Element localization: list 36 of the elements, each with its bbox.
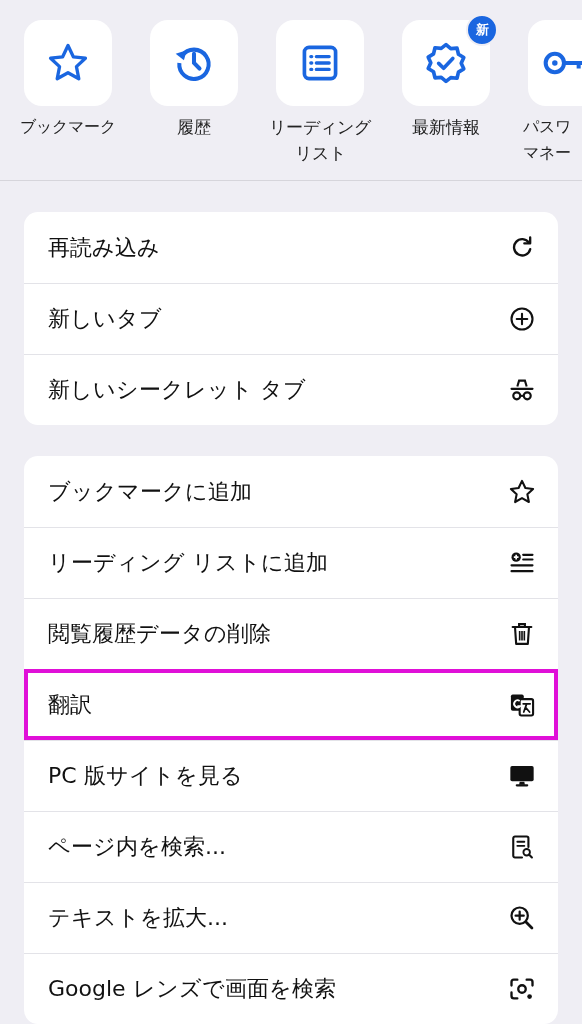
menu-item[interactable]: テキストを拡大... (24, 882, 558, 953)
menu-item-label: 閲覧履歴データの削除 (48, 620, 271, 648)
menu-item-label: Google レンズで画面を検索 (48, 975, 336, 1003)
shortcut-tile[interactable] (150, 20, 238, 106)
shortcut-label: リーディングリスト (268, 116, 372, 165)
menu-item[interactable]: リーディング リストに追加 (24, 527, 558, 598)
menu-item[interactable]: 新しいタブ (24, 283, 558, 354)
menu-item-label: テキストを拡大... (48, 904, 228, 932)
shortcut-tile[interactable] (402, 20, 490, 106)
check-badge-icon (424, 41, 468, 85)
shortcut-label: パスワマネー (523, 116, 572, 164)
menu-item-label: 新しいタブ (48, 305, 162, 333)
shortcut-label: ブックマーク (19, 116, 117, 138)
zoom-in-icon (508, 904, 536, 932)
shortcut-tile[interactable] (276, 20, 364, 106)
menu-item-label: 再読み込み (48, 233, 160, 262)
menu-item[interactable]: ブックマークに追加 (24, 456, 558, 527)
shortcut-label: 履歴 (176, 116, 212, 139)
menu-item[interactable]: 再読み込み (24, 212, 558, 283)
menu-item-label: リーディング リストに追加 (48, 549, 328, 577)
menu-item[interactable]: ページ内を検索... (24, 811, 558, 882)
menu-item[interactable]: 閲覧履歴データの削除 (24, 598, 558, 669)
shortcut-label: 最新情報 (411, 116, 481, 139)
menu-item[interactable]: 新しいシークレット タブ (24, 354, 558, 425)
menu-item-label: PC 版サイトを見る (48, 762, 243, 790)
add-icon (508, 305, 536, 333)
new-badge: 新 (466, 14, 498, 46)
menu-item[interactable]: Google レンズで画面を検索 (24, 953, 558, 1024)
star-icon (508, 477, 536, 506)
menu-item[interactable]: PC 版サイトを見る (24, 740, 558, 811)
menu-item-label: ページ内を検索... (48, 833, 226, 861)
shortcut-tile[interactable] (24, 20, 112, 106)
menu-item-label: 翻訳 (48, 690, 92, 719)
menu-item-label: ブックマークに追加 (48, 477, 252, 506)
menu-item-label: 新しいシークレット タブ (48, 376, 306, 404)
highlighted-menu-item[interactable]: 翻訳 (24, 669, 558, 740)
